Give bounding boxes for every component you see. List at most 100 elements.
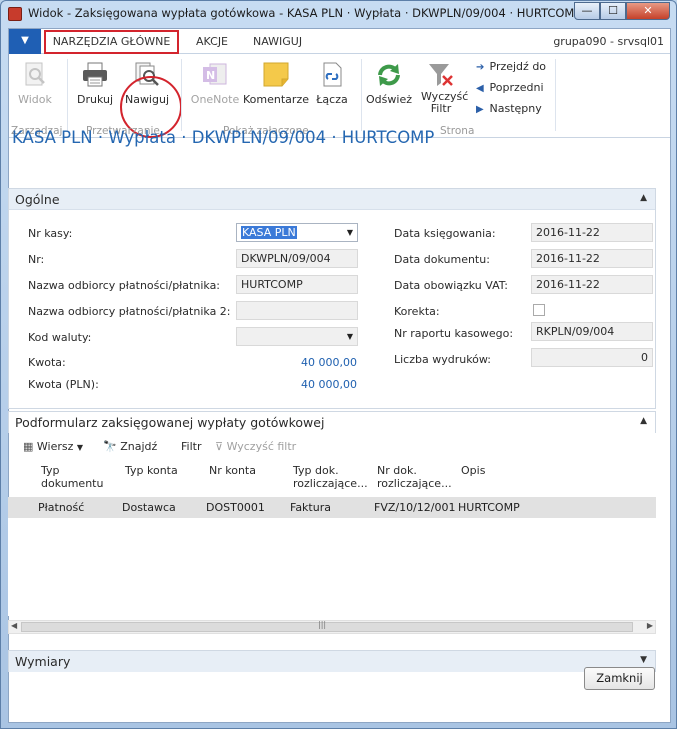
print-count-label: Liczba wydruków: — [394, 353, 492, 366]
refresh-button[interactable]: Odśwież — [366, 61, 412, 106]
payee-label: Nazwa odbiorcy płatności/płatnika: — [28, 279, 221, 292]
cell-account-no: DOST0001 — [206, 501, 265, 514]
subform-fasttab-header[interactable]: Podformularz zaksięgowanej wypłaty gotów… — [9, 412, 655, 433]
comments-button[interactable]: Komentarze — [241, 61, 311, 106]
close-button[interactable]: Zamknij — [584, 667, 655, 690]
onenote-label: OneNote — [190, 93, 240, 106]
app-menu-button[interactable]: ▼ — [9, 29, 41, 54]
arrow-right-icon: ▶ — [476, 104, 484, 115]
scroll-left-icon[interactable]: ◀ — [11, 621, 17, 630]
find-label: Znajdź — [120, 440, 158, 453]
application-window: Widok - Zaksięgowana wypłata gotówkowa -… — [0, 0, 677, 729]
grid-icon: ▦ — [23, 440, 34, 453]
cash-report-field[interactable]: RKPLN/09/004 — [531, 322, 653, 341]
group-page-label: Strona — [440, 125, 475, 137]
document-date-field[interactable]: 2016-11-22 — [531, 249, 653, 268]
clear-filter-button[interactable]: Wyczyść Filtr — [416, 61, 469, 115]
dropdown-arrow-icon[interactable]: ▼ — [347, 332, 353, 341]
table-row[interactable]: Płatność Dostawca DOST0001 Faktura FVZ/1… — [8, 497, 656, 518]
clear-filter-subform-button[interactable]: ⊽ Wyczyść filtr — [215, 440, 296, 453]
next-button[interactable]: ▶ Następny — [476, 102, 542, 115]
subform-header-label: Podformularz zaksięgowanej wypłaty gotów… — [15, 415, 325, 430]
line-menu-label: Wiersz — [36, 440, 74, 453]
posting-date-field[interactable]: 2016-11-22 — [531, 223, 653, 242]
cash-report-label: Nr raportu kasowego: — [394, 327, 514, 340]
ribbon-tab-bar: ▼ NARZĘDZIA GŁÓWNE AKCJE NAWIGUJ grupa09… — [9, 29, 670, 54]
view-label: Widok — [18, 93, 52, 106]
dimensions-header-label: Wymiary — [15, 654, 71, 669]
window-controls: — ☐ ✕ — [574, 2, 670, 20]
chevron-down-icon: ▼ — [76, 443, 84, 452]
separator — [555, 59, 556, 131]
amount-label: Kwota: — [28, 356, 66, 369]
dimensions-fasttab-header[interactable]: Wymiary ▼ — [9, 651, 655, 672]
dropdown-arrow-icon[interactable]: ▼ — [347, 228, 353, 237]
cash-register-field[interactable]: KASA PLN ▼ — [236, 223, 358, 242]
dimensions-fasttab: Wymiary ▼ — [8, 650, 656, 672]
number-field[interactable]: DKWPLN/09/004 — [236, 249, 358, 268]
column-header[interactable]: Nr dok. rozliczające... — [377, 464, 457, 490]
horizontal-scrollbar[interactable]: ◀ ||| ▶ — [8, 620, 656, 634]
payee2-field[interactable] — [236, 301, 358, 320]
column-header[interactable]: Typ dokumentu — [41, 464, 111, 490]
refresh-icon — [374, 61, 404, 89]
cell-description: HURTCOMP — [458, 501, 520, 514]
tab-home[interactable]: NARZĘDZIA GŁÓWNE — [44, 30, 179, 54]
correction-checkbox[interactable] — [533, 304, 545, 316]
chevron-up-icon[interactable]: ▲ — [640, 416, 647, 426]
arrow-right-icon: ➔ — [476, 62, 485, 73]
separator — [181, 59, 182, 131]
vat-date-label: Data obowiązku VAT: — [394, 279, 508, 292]
column-header[interactable]: Typ dok. rozliczające... — [293, 464, 373, 490]
window-title: Widok - Zaksięgowana wypłata gotówkowa -… — [28, 6, 582, 20]
minimize-button[interactable]: — — [574, 2, 600, 20]
find-button[interactable]: 🔭 Znajdź — [103, 440, 157, 453]
clear-filter-small-icon: ⊽ — [215, 440, 224, 453]
ribbon: Widok Drukuj Nawiguj N OneNote Komentarz… — [9, 54, 670, 138]
maximize-button[interactable]: ☐ — [600, 2, 626, 20]
amount-value[interactable]: 40 000,00 — [301, 356, 357, 369]
line-menu-button[interactable]: ▦ Wiersz ▼ — [23, 440, 83, 453]
payee-field[interactable]: HURTCOMP — [236, 275, 358, 294]
clear-filter-label: Wyczyść Filtr — [421, 90, 469, 115]
onenote-button[interactable]: N OneNote — [187, 61, 243, 106]
print-label: Drukuj — [76, 93, 114, 106]
binoculars-icon: 🔭 — [103, 440, 117, 453]
tab-actions[interactable]: AKCJE — [196, 35, 228, 48]
chevron-down-icon[interactable]: ▼ — [640, 655, 647, 665]
number-label: Nr: — [28, 253, 45, 266]
scroll-right-icon[interactable]: ▶ — [647, 621, 653, 630]
filter-button[interactable]: Filtr — [181, 440, 201, 453]
chevron-up-icon[interactable]: ▲ — [640, 193, 647, 203]
column-header[interactable]: Nr konta — [209, 464, 279, 477]
cell-account-type: Dostawca — [122, 501, 176, 514]
title-bar: Widok - Zaksięgowana wypłata gotówkowa -… — [1, 1, 676, 27]
view-button[interactable]: Widok — [13, 61, 57, 106]
column-header[interactable]: Typ konta — [125, 464, 195, 477]
goto-button[interactable]: ➔ Przejdź do — [476, 60, 546, 73]
page-title: KASA PLN · Wypłata · DKWPLN/09/004 · HUR… — [12, 128, 435, 147]
currency-label: Kod waluty: — [28, 331, 92, 344]
print-count-field[interactable]: 0 — [531, 348, 653, 367]
subform-fasttab: Podformularz zaksięgowanej wypłaty gotów… — [8, 411, 656, 433]
cash-register-value: KASA PLN — [241, 226, 297, 239]
vat-date-field[interactable]: 2016-11-22 — [531, 275, 653, 294]
currency-field[interactable]: ▼ — [236, 327, 358, 346]
links-button[interactable]: Łącza — [312, 61, 352, 106]
tab-navigate[interactable]: NAWIGUJ — [253, 35, 302, 48]
app-icon — [8, 7, 22, 21]
cell-applies-doc-type: Faktura — [290, 501, 331, 514]
column-header[interactable]: Opis — [461, 464, 521, 477]
close-window-button[interactable]: ✕ — [626, 2, 670, 20]
general-fasttab: Ogólne ▲ — [8, 188, 656, 409]
amount-pln-value[interactable]: 40 000,00 — [301, 378, 357, 391]
separator — [67, 59, 68, 131]
previous-button[interactable]: ◀ Poprzedni — [476, 81, 544, 94]
user-server-label: grupa090 - srvsql01 — [553, 35, 664, 48]
print-button[interactable]: Drukuj — [73, 61, 117, 106]
general-fasttab-header[interactable]: Ogólne ▲ — [9, 189, 655, 210]
scrollbar-thumb[interactable]: ||| — [21, 620, 633, 632]
onenote-icon: N — [200, 61, 230, 89]
previous-label: Poprzedni — [489, 81, 544, 94]
svg-text:N: N — [206, 69, 215, 82]
